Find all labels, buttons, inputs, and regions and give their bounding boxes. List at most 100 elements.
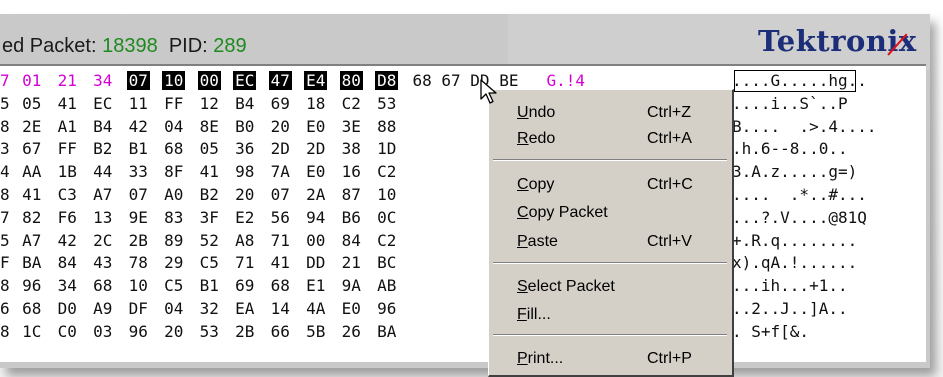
ascii-row[interactable]: . S+f[&.	[732, 320, 809, 344]
hex-byte[interactable]: 00	[298, 229, 334, 253]
hex-byte[interactable]: E4	[298, 69, 334, 93]
hex-byte[interactable]: 36	[227, 137, 263, 161]
hex-byte[interactable]: 71	[263, 229, 299, 253]
hex-byte[interactable]: 42	[121, 115, 157, 139]
hex-byte[interactable]: B2	[192, 183, 228, 207]
hex-row[interactable]: 8 41 C3 A7 07 A0 B2 20 07 2A 87 10	[0, 183, 405, 207]
hex-row[interactable]: 5 A7 42 2C 2B 89 52 A8 71 00 84 C2	[0, 229, 405, 253]
hex-byte[interactable]: B1	[192, 274, 228, 298]
hex-byte[interactable]: 1B	[50, 160, 86, 184]
hex-byte[interactable]: 88	[369, 115, 405, 139]
hex-row[interactable]: 8 2E A1 B4 42 04 8E B0 20 E0 3E 88	[0, 115, 405, 139]
hex-byte[interactable]: 03	[85, 320, 121, 344]
hex-byte[interactable]: 10	[156, 69, 192, 93]
hex-byte[interactable]: 00	[192, 69, 228, 93]
hex-byte[interactable]: 69	[263, 92, 299, 116]
ascii-row[interactable]: ....i..S`..P	[732, 92, 848, 116]
ascii-row[interactable]: +.R.q........	[732, 229, 857, 253]
hex-byte[interactable]: 7A	[263, 160, 299, 184]
hex-byte[interactable]: 9E	[121, 206, 157, 230]
hex-byte[interactable]: EC	[227, 69, 263, 93]
hex-byte[interactable]: 53	[369, 92, 405, 116]
hex-byte[interactable]: 01	[14, 69, 50, 93]
hex-byte[interactable]: 05	[14, 92, 50, 116]
hex-byte[interactable]: 1C	[14, 320, 50, 344]
hex-byte[interactable]: D0	[50, 297, 86, 321]
ascii-row[interactable]: .h.6--8..0..	[732, 137, 848, 161]
hex-byte[interactable]: 3F	[192, 206, 228, 230]
hex-byte[interactable]: 41	[50, 92, 86, 116]
hex-byte[interactable]: B6	[334, 206, 370, 230]
hex-byte[interactable]: 41	[263, 251, 299, 275]
hex-byte[interactable]: 84	[50, 251, 86, 275]
hex-byte[interactable]: D8	[369, 69, 405, 93]
hex-byte[interactable]: C2	[369, 160, 405, 184]
hex-byte[interactable]: 2D	[263, 137, 299, 161]
hex-byte[interactable]: 42	[50, 229, 86, 253]
hex-byte[interactable]: 82	[14, 206, 50, 230]
menu-item-redo[interactable]: Redo Ctrl+A	[489, 126, 729, 152]
hex-byte[interactable]: 68	[156, 137, 192, 161]
hex-byte[interactable]: 16	[334, 160, 370, 184]
hex-byte[interactable]: C0	[50, 320, 86, 344]
hex-byte[interactable]: 66	[263, 320, 299, 344]
hex-byte[interactable]: 33	[121, 160, 157, 184]
ascii-row[interactable]: B.... .>.4....	[732, 115, 877, 139]
hex-byte[interactable]: B0	[227, 115, 263, 139]
hex-byte[interactable]: A0	[156, 183, 192, 207]
hex-byte[interactable]: 84	[334, 229, 370, 253]
hex-row[interactable]: 5 05 41 EC 11 FF 12 B4 69 18 C2 53	[0, 92, 405, 116]
hex-byte[interactable]: E2	[227, 206, 263, 230]
hex-byte[interactable]: 29	[156, 251, 192, 275]
hex-byte[interactable]: 2E	[14, 115, 50, 139]
hex-byte[interactable]: 52	[192, 229, 228, 253]
hex-byte[interactable]: 0C	[369, 206, 405, 230]
hex-byte[interactable]: 32	[192, 297, 228, 321]
ascii-row[interactable]: ...ih...+1..	[732, 274, 848, 298]
hex-byte[interactable]: 41	[192, 160, 228, 184]
hex-byte[interactable]: 07	[263, 183, 299, 207]
hex-byte[interactable]: 2B	[227, 320, 263, 344]
hex-byte[interactable]: 8E	[192, 115, 228, 139]
hex-byte[interactable]: BA	[369, 320, 405, 344]
hex-byte[interactable]: 53	[192, 320, 228, 344]
hex-byte[interactable]: FF	[156, 92, 192, 116]
hex-byte[interactable]: F6	[50, 206, 86, 230]
hex-byte[interactable]: E0	[298, 160, 334, 184]
hex-byte[interactable]: A7	[14, 229, 50, 253]
hex-byte[interactable]: 96	[121, 320, 157, 344]
hex-byte[interactable]: E1	[298, 274, 334, 298]
hex-byte[interactable]: 13	[85, 206, 121, 230]
hex-row[interactable]: 4 AA 1B 44 33 8F 41 98 7A E0 16 C2	[0, 160, 405, 184]
hex-byte[interactable]: 80	[334, 69, 370, 93]
menu-item-undo[interactable]: Undo Ctrl+Z	[489, 100, 729, 126]
hex-byte[interactable]: 83	[156, 206, 192, 230]
hex-byte[interactable]: EA	[227, 297, 263, 321]
menu-item-fill[interactable]: Fill...	[489, 302, 729, 328]
hex-row[interactable]: 3 67 FF B2 B1 68 05 36 2D 2D 38 1D	[0, 137, 405, 161]
hex-byte[interactable]: BA	[14, 251, 50, 275]
hex-byte[interactable]: 8F	[156, 160, 192, 184]
hex-byte[interactable]: 10	[121, 274, 157, 298]
hex-byte[interactable]: C5	[192, 251, 228, 275]
hex-byte[interactable]: 68	[263, 274, 299, 298]
hex-byte[interactable]: 94	[298, 206, 334, 230]
hex-byte[interactable]: A9	[85, 297, 121, 321]
hex-byte[interactable]: 3E	[334, 115, 370, 139]
hex-byte[interactable]: 2B	[121, 229, 157, 253]
hex-byte[interactable]: C2	[369, 229, 405, 253]
hex-byte[interactable]: 2D	[298, 137, 334, 161]
hex-byte[interactable]: 4A	[298, 297, 334, 321]
hex-byte[interactable]: DD	[298, 251, 334, 275]
hex-byte[interactable]: FF	[50, 137, 86, 161]
ascii-row[interactable]: ...?.V....@81Q	[732, 206, 867, 230]
hex-byte[interactable]: 68	[85, 274, 121, 298]
hex-byte[interactable]: AA	[14, 160, 50, 184]
hex-byte[interactable]: B4	[227, 92, 263, 116]
hex-byte[interactable]: B4	[85, 115, 121, 139]
hex-byte[interactable]: 38	[334, 137, 370, 161]
hex-byte[interactable]: 20	[227, 183, 263, 207]
hex-byte[interactable]: 67	[14, 137, 50, 161]
hex-byte[interactable]: 87	[334, 183, 370, 207]
hex-byte[interactable]: 98	[227, 160, 263, 184]
